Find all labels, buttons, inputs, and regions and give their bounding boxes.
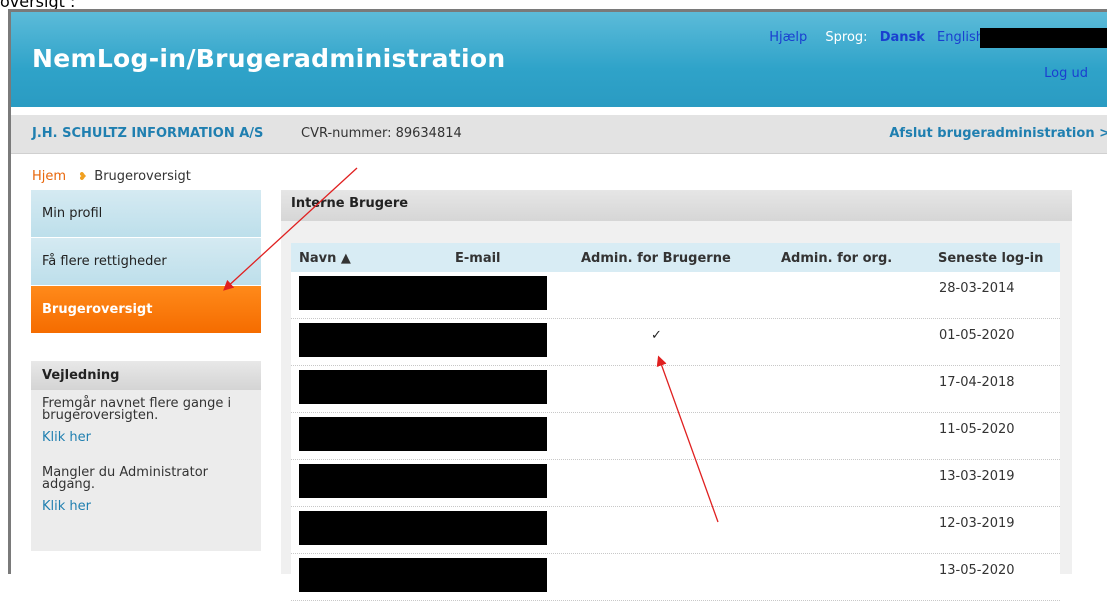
column-email[interactable]: E-mail [455, 251, 501, 266]
language-dansk-link[interactable]: Dansk [880, 30, 925, 45]
redacted-name [299, 511, 547, 545]
organization-bar: J.H. SCHULTZ INFORMATION A/S CVR-nummer:… [11, 115, 1107, 154]
breadcrumb-separator-icon: ❥ [78, 170, 88, 183]
breadcrumb-current: Brugeroversigt [94, 169, 191, 184]
last-login-date: 12-03-2019 [939, 516, 1015, 531]
redacted-name [299, 323, 547, 357]
app-title: NemLog-in/Brugeradministration [32, 44, 506, 73]
help-box: Vejledning Fremgår navnet flere gange i … [31, 361, 261, 551]
column-last-login[interactable]: Seneste log-in [938, 251, 1043, 266]
column-navn[interactable]: Navn ▲ [299, 251, 351, 266]
redacted-name [299, 464, 547, 498]
sidebar-item-brugeroversigt[interactable]: Brugeroversigt [31, 286, 261, 334]
users-table: Navn ▲ E-mail Admin. for Brugerne Admin.… [291, 243, 1060, 601]
sidebar-item-flere-rettigheder[interactable]: Få flere rettigheder [31, 238, 261, 286]
last-login-date: 28-03-2014 [939, 281, 1015, 296]
table-header: Navn ▲ E-mail Admin. for Brugerne Admin.… [291, 243, 1060, 272]
top-links: Hjælp Sprog: Dansk English [769, 30, 984, 45]
breadcrumb-home[interactable]: Hjem [32, 169, 66, 184]
redacted-name [299, 370, 547, 404]
table-row[interactable]: ✓ 01-05-2020 [291, 319, 1060, 366]
app-header: NemLog-in/Brugeradministration Hjælp Spr… [11, 12, 1107, 107]
table-row[interactable]: 17-04-2018 [291, 366, 1060, 413]
language-label: Sprog: [825, 30, 868, 45]
help-title: Vejledning [31, 361, 261, 390]
browser-frame: NemLog-in/Brugeradministration Hjælp Spr… [8, 9, 1107, 601]
help-link[interactable]: Hjælp [769, 30, 807, 45]
redacted-name [299, 417, 547, 451]
users-panel: Interne Brugere Navn ▲ E-mail Admin. for… [281, 190, 1072, 601]
table-row[interactable]: 28-03-2014 [291, 272, 1060, 319]
last-login-date: 17-04-2018 [939, 375, 1015, 390]
table-row[interactable]: 13-03-2019 [291, 460, 1060, 507]
table-row[interactable]: 12-03-2019 [291, 507, 1060, 554]
last-login-date: 01-05-2020 [939, 328, 1015, 343]
logout-link[interactable]: Log ud [1044, 66, 1088, 81]
column-admin-users[interactable]: Admin. for Brugerne [581, 251, 731, 266]
help-link-admin-access[interactable]: Klik her [42, 499, 261, 514]
cvr-number: CVR-nummer: 89634814 [301, 126, 462, 141]
redacted-name [299, 558, 547, 592]
column-admin-org[interactable]: Admin. for org. [781, 251, 892, 266]
sidebar-nav: Min profil Få flere rettigheder Brugerov… [31, 190, 261, 334]
redacted-user-box [980, 28, 1107, 48]
last-login-date: 13-03-2019 [939, 469, 1015, 484]
language-english-link[interactable]: English [937, 30, 984, 45]
panel-title: Interne Brugere [281, 190, 1072, 221]
exit-admin-link[interactable]: Afslut brugeradministration > [889, 126, 1107, 141]
redacted-name [299, 276, 547, 310]
organization-name: J.H. SCHULTZ INFORMATION A/S [32, 126, 264, 141]
help-text-duplicates: Fremgår navnet flere gange i brugerovers… [42, 396, 232, 423]
help-text-admin-access: Mangler du Administrator adgang. [42, 465, 209, 492]
help-link-duplicates[interactable]: Klik her [42, 430, 261, 445]
table-row[interactable]: 13-05-2020 [291, 554, 1060, 601]
sidebar-item-min-profil[interactable]: Min profil [31, 190, 261, 238]
table-row[interactable]: 11-05-2020 [291, 413, 1060, 460]
admin-users-check: ✓ [651, 328, 662, 343]
breadcrumb: Hjem ❥ Brugeroversigt [32, 169, 191, 184]
last-login-date: 11-05-2020 [939, 422, 1015, 437]
